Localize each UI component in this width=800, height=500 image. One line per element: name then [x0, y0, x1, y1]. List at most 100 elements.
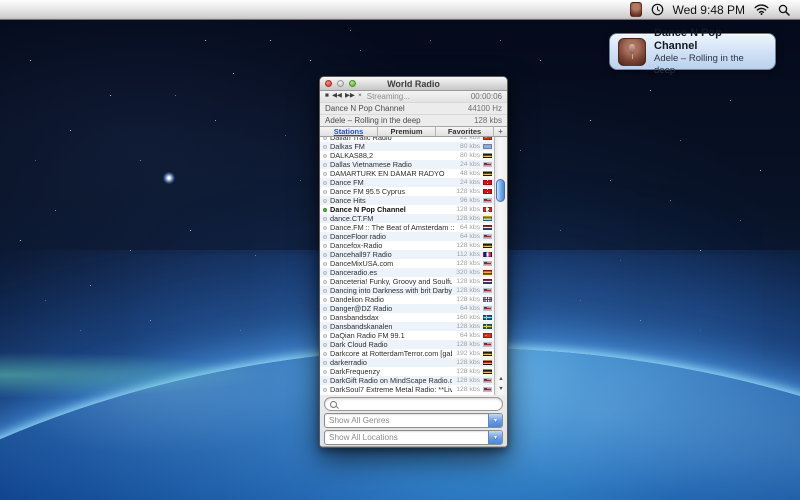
station-bitrate: 128 kbs: [456, 323, 480, 330]
tab-favorites[interactable]: Favorites: [436, 127, 494, 136]
us-flag-icon: [483, 387, 492, 393]
station-name: Dansbandskanalen: [330, 322, 452, 331]
station-row[interactable]: DarkFrequenzy128 kbs: [320, 367, 494, 376]
station-name: DanceFloor radio: [330, 232, 456, 241]
tab-stations[interactable]: Stations: [320, 127, 378, 136]
es-flag-icon: [483, 270, 492, 276]
station-dot-icon: [323, 271, 327, 275]
station-dot-icon: [323, 343, 327, 347]
station-bitrate: 128 kbs: [456, 278, 480, 285]
station-name: Dansbandsdax: [330, 313, 452, 322]
current-station: Dance N Pop Channel: [325, 104, 405, 113]
tab-premium[interactable]: Premium: [378, 127, 436, 136]
de-flag-icon: [483, 360, 492, 366]
station-row[interactable]: Dark Cloud Radio128 kbs: [320, 340, 494, 349]
scroll-down-button[interactable]: ▼: [495, 384, 507, 394]
search-input[interactable]: [337, 399, 497, 409]
station-row[interactable]: Dance N Pop Channel128 kbs: [320, 205, 494, 214]
notification-text: Dance N Pop Channel Adele – Rolling in t…: [654, 27, 767, 77]
station-name: DarkSoul7 Extreme Metal Radio: **Live: [330, 385, 452, 394]
add-tab-button[interactable]: +: [494, 127, 507, 136]
station-row[interactable]: Dancefox-Radio128 kbs: [320, 241, 494, 250]
station-name: Dance FM 95.5 Cyprus: [330, 187, 452, 196]
wifi-icon[interactable]: [754, 4, 769, 15]
minimize-button[interactable]: [337, 80, 344, 87]
station-row[interactable]: Dansbandsdax160 kbs: [320, 313, 494, 322]
cn-flag-icon: [483, 137, 492, 140]
station-row[interactable]: Dance FM24 kbs: [320, 178, 494, 187]
station-name: Dancefox-Radio: [330, 241, 452, 250]
station-dot-icon: [323, 172, 327, 176]
station-row[interactable]: DanceMixUSA.com128 kbs: [320, 259, 494, 268]
station-row[interactable]: Danceteria! Funky, Groovy and Soulful!12…: [320, 277, 494, 286]
station-bitrate: 80 kbs: [460, 143, 480, 150]
station-dot-icon: [323, 316, 327, 320]
station-row[interactable]: Dance FM 95.5 Cyprus 128 kbs: [320, 187, 494, 196]
station-name: DarkGift Radio on MindScape Radio.com: [330, 376, 452, 385]
station-name: Dancing into Darkness with brit Darbyshi…: [330, 286, 452, 295]
se-flag-icon: [483, 324, 492, 330]
station-row[interactable]: dance.CT.FM128 kbs: [320, 214, 494, 223]
close-button[interactable]: [325, 80, 332, 87]
station-row[interactable]: DarkGift Radio on MindScape Radio.com128…: [320, 376, 494, 385]
station-row[interactable]: DALKAS88,2 80 kbs: [320, 151, 494, 160]
station-row[interactable]: Dansbandskanalen 128 kbs: [320, 322, 494, 331]
resize-grip[interactable]: [494, 447, 503, 448]
station-dot-icon: [323, 253, 327, 257]
genre-dropdown[interactable]: Show All Genres ▼: [324, 413, 503, 428]
station-bitrate: 128 kbs: [456, 188, 480, 195]
station-row[interactable]: Dance.FM :: The Beat of Amsterdam ::64 k…: [320, 223, 494, 232]
station-row[interactable]: Danceradio.es320 kbs: [320, 268, 494, 277]
station-row[interactable]: Dallas Vietnamese Radio24 kbs: [320, 160, 494, 169]
menu-bar-clock[interactable]: Wed 9:48 PM: [673, 3, 745, 17]
spotlight-icon[interactable]: [778, 4, 790, 16]
shuffle-icon[interactable]: ×: [358, 93, 362, 100]
chevron-down-icon[interactable]: ▼: [488, 414, 502, 427]
stream-status: Streaming...: [367, 92, 410, 101]
station-name: Dance N Pop Channel: [330, 205, 452, 214]
search-field[interactable]: [324, 397, 503, 411]
scrollbar-thumb[interactable]: [496, 179, 505, 202]
station-row[interactable]: Dance Hits96 kbs: [320, 196, 494, 205]
station-row[interactable]: DaQian Radio FM 99.164 kbs: [320, 331, 494, 340]
scroll-up-button[interactable]: ▲: [495, 374, 507, 384]
station-row[interactable]: Dancing into Darkness with brit Darbyshi…: [320, 286, 494, 295]
stations-count: 8145 stations available: [320, 447, 507, 448]
station-name: DALKAS88,2: [330, 151, 456, 160]
station-dot-icon: [323, 181, 327, 185]
station-row[interactable]: Dalkas FM80 kbs: [320, 142, 494, 151]
station-row[interactable]: DAMARTURK EN DAMAR RADYO48 kbs: [320, 169, 494, 178]
station-dot-icon: [323, 190, 327, 194]
chevron-down-icon[interactable]: ▼: [488, 431, 502, 444]
next-icon[interactable]: ▶▶: [345, 93, 355, 100]
station-dot-icon: [323, 154, 327, 158]
clock-icon[interactable]: [651, 3, 664, 16]
current-track: Adele – Rolling in the deep: [325, 116, 421, 125]
location-dropdown[interactable]: Show All Locations ▼: [324, 430, 503, 445]
radio-app-menu-icon[interactable]: [630, 2, 642, 17]
station-row[interactable]: Dandelion Radio128 kbs: [320, 295, 494, 304]
station-row[interactable]: darkerradio128 kbs: [320, 358, 494, 367]
elapsed-time: 00:00:06: [471, 92, 502, 101]
zoom-button[interactable]: [349, 80, 356, 87]
de-flag-icon: [483, 171, 492, 177]
station-dot-icon: [323, 163, 327, 167]
us-flag-icon: [483, 261, 492, 267]
notification-subtitle: Adele – Rolling in the deep: [654, 53, 767, 77]
stop-icon[interactable]: ■: [325, 93, 329, 100]
station-row[interactable]: Darkcore at RotterdamTerror.com [gabber1…: [320, 349, 494, 358]
station-row[interactable]: DanceFloor radio64 kbs: [320, 232, 494, 241]
station-list[interactable]: Dalian Trafic Radio22 kbsDalkas FM80 kbs…: [320, 137, 494, 395]
previous-icon[interactable]: ◀◀: [332, 93, 342, 100]
genre-dropdown-value: Show All Genres: [325, 416, 488, 425]
station-dot-icon: [323, 352, 327, 356]
scrollbar[interactable]: ▲ ▼: [494, 137, 507, 395]
station-name: Danger@DZ Radio: [330, 304, 456, 313]
station-bitrate: 80 kbs: [460, 152, 480, 159]
station-row[interactable]: Danger@DZ Radio64 kbs: [320, 304, 494, 313]
now-playing-notification[interactable]: Dance N Pop Channel Adele – Rolling in t…: [609, 33, 776, 70]
station-row[interactable]: Dancehall97 Radio112 kbs: [320, 250, 494, 259]
station-bitrate: 64 kbs: [460, 332, 480, 339]
title-bar[interactable]: World Radio: [320, 77, 507, 91]
station-row[interactable]: DarkSoul7 Extreme Metal Radio: **Live128…: [320, 385, 494, 394]
